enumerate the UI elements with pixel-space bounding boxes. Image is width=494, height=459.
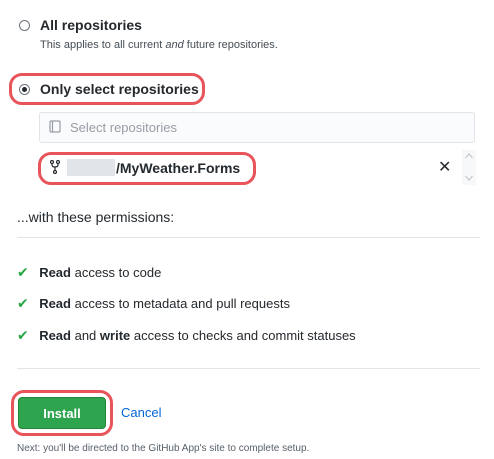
install-button[interactable]: Install (18, 397, 106, 429)
repo-search-placeholder: Select repositories (70, 120, 177, 135)
select-repositories-label[interactable]: Only select repositories (40, 81, 199, 97)
permission-text-part: access to metadata and pull requests (70, 296, 290, 311)
repo-search-input[interactable]: Select repositories (39, 112, 475, 143)
permission-text-part: Read (39, 328, 71, 343)
all-repositories-label[interactable]: All repositories (40, 17, 142, 33)
scroll-down-icon[interactable] (464, 174, 474, 182)
permissions-heading: ...with these permissions: (17, 209, 175, 225)
scroll-up-icon[interactable] (464, 152, 474, 160)
permission-text-part: and (70, 328, 100, 343)
permission-text-1: Read access to metadata and pull request… (39, 296, 290, 311)
check-icon: ✔ (17, 327, 29, 343)
redacted-owner (67, 159, 115, 176)
select-repositories-radio[interactable] (19, 84, 30, 95)
install-button-label: Install (43, 405, 81, 421)
all-repositories-radio[interactable] (19, 20, 30, 31)
permission-text-2: Read and write access to checks and comm… (39, 328, 356, 343)
permission-text-part: Read (39, 296, 71, 311)
desc-prefix: This applies to all current (40, 39, 166, 51)
permission-text-part: access to code (70, 265, 162, 280)
check-icon: ✔ (17, 264, 29, 280)
cancel-link[interactable]: Cancel (121, 405, 161, 420)
remove-repo-button[interactable]: ✕ (438, 157, 451, 177)
permission-item: ✔ Read access to metadata and pull reque… (17, 295, 290, 313)
permission-item: ✔ Read access to code (17, 264, 161, 282)
setup-note: Next: you'll be directed to the GitHub A… (17, 443, 310, 454)
permission-text-0: Read access to code (39, 265, 161, 280)
permissions-divider-bottom (17, 368, 480, 369)
check-icon: ✔ (17, 295, 29, 311)
desc-em: and (165, 39, 184, 51)
permission-text-part: write (99, 328, 131, 343)
permissions-divider-top (17, 237, 480, 238)
repo-list-scrollbar[interactable] (462, 150, 476, 185)
desc-suffix: future repositories. (183, 39, 278, 51)
selected-repo-name: /MyWeather.Forms (116, 160, 241, 176)
permission-text-part: access to checks and commit statuses (130, 328, 356, 343)
permission-text-part: Read (39, 265, 71, 280)
permission-item: ✔ Read and write access to checks and co… (17, 327, 356, 345)
repo-icon (49, 120, 61, 139)
fork-icon (49, 159, 61, 179)
all-repositories-description: This applies to all current and future r… (40, 39, 278, 51)
